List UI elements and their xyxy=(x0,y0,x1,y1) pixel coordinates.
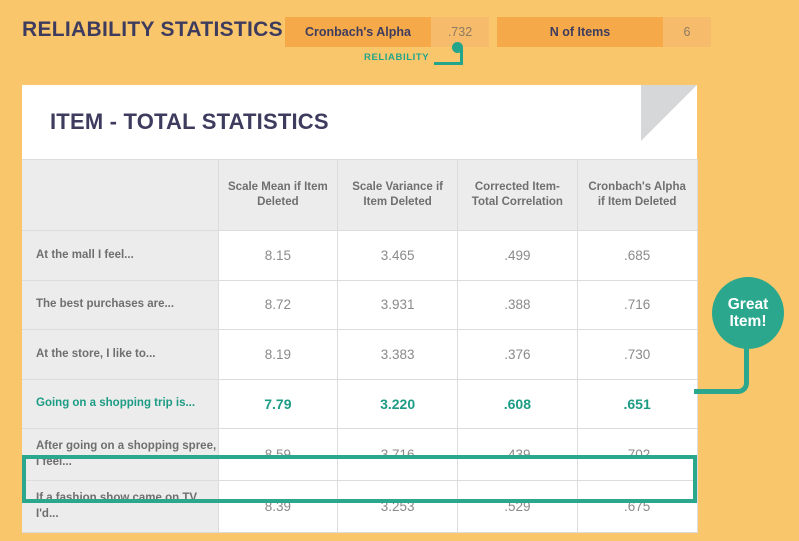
reliability-annotation-label: RELIABILITY xyxy=(364,52,430,63)
column-header-corrected-item-total-correlation: Corrected Item- Total Correlation xyxy=(457,159,578,231)
card-title: ITEM - TOTAL STATISTICS xyxy=(50,109,329,134)
cell-scale-mean: 7.79 xyxy=(217,378,339,429)
folded-corner-decoration xyxy=(641,85,697,141)
row-label: Going on a shopping trip is... xyxy=(22,378,219,429)
cell-scale-variance: 3.383 xyxy=(337,329,458,380)
table-header: Scale Mean if Item Deleted Scale Varianc… xyxy=(22,159,698,231)
row-label: If a fashion show came on TV, I'd... xyxy=(22,480,219,533)
cell-corrected-correlation: .529 xyxy=(457,480,578,533)
table-row: At the mall I feel... 8.15 3.465 .499 .6… xyxy=(22,230,698,281)
stat-badge-label: N of Items xyxy=(497,17,663,47)
cell-corrected-correlation: .608 xyxy=(457,378,578,429)
row-label: The best purchases are... xyxy=(22,279,219,330)
cell-alpha-if-deleted: .716 xyxy=(576,279,698,330)
cell-scale-variance: 3.716 xyxy=(337,428,458,481)
table-body: At the mall I feel... 8.15 3.465 .499 .6… xyxy=(22,230,698,533)
callout-connector-stem xyxy=(744,345,749,383)
cell-scale-mean: 8.39 xyxy=(217,480,339,533)
cell-corrected-correlation: .439 xyxy=(457,428,578,481)
cell-scale-mean: 8.15 xyxy=(217,230,339,281)
table-row-highlighted: Going on a shopping trip is... 7.79 3.22… xyxy=(22,378,698,429)
table-row: The best purchases are... 8.72 3.931 .38… xyxy=(22,279,698,330)
column-header-scale-variance: Scale Variance if Item Deleted xyxy=(337,159,458,231)
cell-alpha-if-deleted: .702 xyxy=(576,428,698,481)
column-header-cronbachs-alpha-if-deleted: Cronbach's Alpha if Item Deleted xyxy=(576,159,698,231)
table-header-row: Scale Mean if Item Deleted Scale Varianc… xyxy=(22,159,698,231)
item-total-statistics-card: ITEM - TOTAL STATISTICS Scale Mean if It… xyxy=(22,85,698,533)
column-header-blank xyxy=(22,159,219,231)
cell-scale-variance: 3.220 xyxy=(337,378,458,429)
row-label: At the store, I like to... xyxy=(22,329,219,380)
stat-badge-value: 6 xyxy=(663,17,711,47)
reliability-connector-dot xyxy=(452,42,463,53)
callout-line-2: Item! xyxy=(729,313,767,330)
cell-scale-mean: 8.72 xyxy=(217,279,339,330)
cell-corrected-correlation: .388 xyxy=(457,279,578,330)
callout-great-item-badge: Great Item! xyxy=(712,277,784,349)
cell-alpha-if-deleted: .675 xyxy=(576,480,698,533)
row-label: At the mall I feel... xyxy=(22,230,219,281)
table-row: At the store, I like to... 8.19 3.383 .3… xyxy=(22,329,698,380)
cell-scale-mean: 8.59 xyxy=(217,428,339,481)
cell-scale-variance: 3.465 xyxy=(337,230,458,281)
table-row: If a fashion show came on TV, I'd... 8.3… xyxy=(22,480,698,533)
page-title: RELIABILITY STATISTICS xyxy=(22,18,283,41)
column-header-scale-mean: Scale Mean if Item Deleted xyxy=(217,159,339,231)
table-row: After going on a shopping spree, I feel.… xyxy=(22,428,698,481)
row-label: After going on a shopping spree, I feel.… xyxy=(22,428,219,481)
cell-scale-variance: 3.931 xyxy=(337,279,458,330)
cell-scale-mean: 8.19 xyxy=(217,329,339,380)
cell-scale-variance: 3.253 xyxy=(337,480,458,533)
cell-alpha-if-deleted: .730 xyxy=(576,329,698,380)
stat-badge-n-of-items: N of Items 6 xyxy=(497,17,711,47)
stat-badge-label: Cronbach's Alpha xyxy=(285,17,431,47)
cell-corrected-correlation: .376 xyxy=(457,329,578,380)
cell-corrected-correlation: .499 xyxy=(457,230,578,281)
cell-alpha-if-deleted: .651 xyxy=(576,378,698,429)
cell-alpha-if-deleted: .685 xyxy=(576,230,698,281)
header-bar: RELIABILITY STATISTICS Cronbach's Alpha … xyxy=(0,0,799,85)
callout-line-1: Great xyxy=(727,295,769,313)
item-total-statistics-table: Scale Mean if Item Deleted Scale Varianc… xyxy=(22,159,698,533)
